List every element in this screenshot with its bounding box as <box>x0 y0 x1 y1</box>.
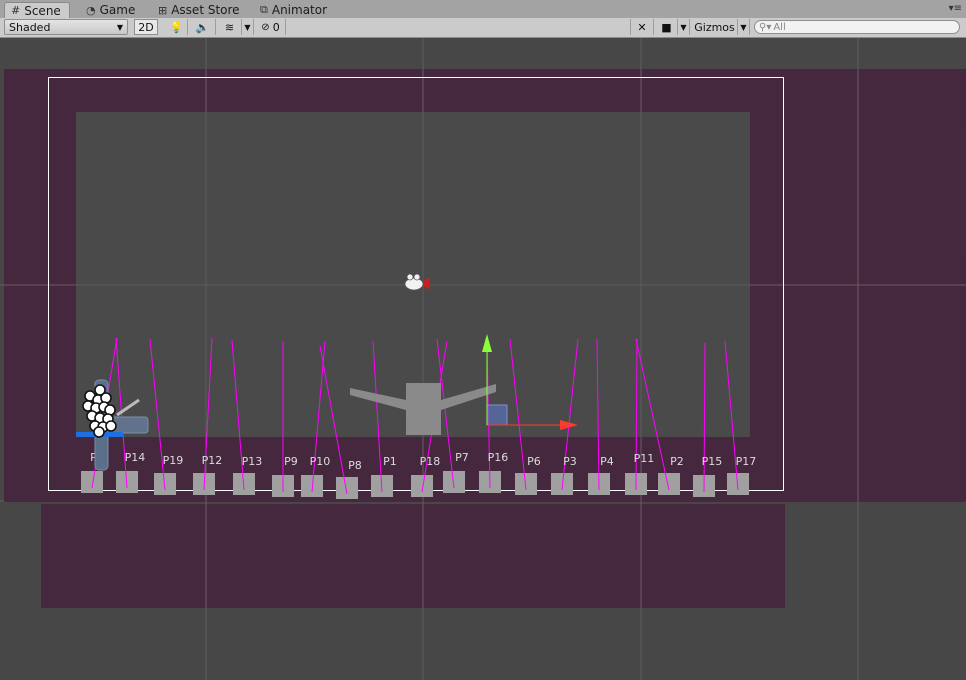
2d-mode-toggle[interactable]: 2D <box>134 19 158 35</box>
scene-canvas[interactable]: P5P14P19P12P13P9P10P8P1P18P7P16P6P3P4P11… <box>0 38 966 680</box>
peg-label-p14: P14 <box>125 451 146 464</box>
level-bounds-lower <box>41 504 785 608</box>
ball-particle <box>105 420 117 432</box>
peg-label-p6: P6 <box>527 455 541 468</box>
scene-viewport[interactable]: P5P14P19P12P13P9P10P8P1P18P7P16P6P3P4P11… <box>0 38 966 680</box>
pacman-icon: ◔ <box>86 3 96 17</box>
peg-label-p7: P7 <box>455 451 469 464</box>
animator-icon: ⧉ <box>260 3 268 16</box>
peg-label-p3: P3 <box>563 455 577 468</box>
tab-scene[interactable]: # Scene <box>4 2 70 18</box>
peg-label-p11: P11 <box>634 452 655 465</box>
peg-p6[interactable] <box>515 473 537 495</box>
peg-label-p17: P17 <box>736 455 757 468</box>
camera-button[interactable]: ■ <box>656 19 678 35</box>
eye-slash-icon: ⊘ <box>261 21 270 33</box>
light-bulb-icon: 💡 <box>169 20 184 34</box>
peg-p19[interactable] <box>154 473 176 495</box>
gizmos-dropdown[interactable]: ▼ <box>738 19 750 35</box>
hidden-objects-toggle[interactable]: ⊘ 0 <box>256 19 286 35</box>
peg-label-p19: P19 <box>163 454 184 467</box>
peg-p3[interactable] <box>551 473 573 495</box>
ball-particle <box>93 426 105 438</box>
speaker-icon: 🔈 <box>195 20 210 34</box>
effects-icon: ≋ <box>224 20 235 34</box>
peg-label-p13: P13 <box>242 455 263 468</box>
camera-dropdown[interactable]: ▼ <box>678 19 690 35</box>
search-icon: ⚲▾ <box>759 21 772 33</box>
tab-game[interactable]: ◔ Game <box>80 2 141 18</box>
peg-p10[interactable] <box>301 475 323 497</box>
peg-label-p2: P2 <box>670 455 684 468</box>
grid-icon: # <box>11 4 21 17</box>
chevron-down-icon: ▼ <box>244 22 251 32</box>
peg-label-p4: P4 <box>600 455 614 468</box>
gizmos-button[interactable]: Gizmos <box>692 19 738 35</box>
scene-toolbar: Shaded ▼ 2D 💡 🔈 ≋ ▼ ⊘ 0 ✕ ■ ▼ Gizmos ▼ ⚲▾ A… <box>0 18 966 38</box>
peg-label-p16: P16 <box>488 451 509 464</box>
tools-icon: ✕ <box>637 20 647 34</box>
peg-p5[interactable] <box>81 471 103 493</box>
tab-animator[interactable]: ⧉ Animator <box>254 2 333 18</box>
peg-label-p1: P1 <box>383 455 397 468</box>
draw-mode-dropdown[interactable]: Shaded ▼ <box>4 19 128 35</box>
peg-p8[interactable] <box>336 477 358 499</box>
camera-icon: ■ <box>661 20 672 34</box>
move-gizmo-plane-handle[interactable] <box>486 404 508 426</box>
peg-label-p8: P8 <box>348 459 362 472</box>
scene-search-input[interactable]: ⚲▾ All <box>754 20 960 34</box>
peg-p17[interactable] <box>727 473 749 495</box>
tools-button[interactable]: ✕ <box>630 19 654 35</box>
peg-label-p18: P18 <box>420 455 441 468</box>
effects-dropdown[interactable]: ▼ <box>242 19 254 35</box>
lighting-toggle[interactable]: 💡 <box>166 19 188 35</box>
audio-toggle[interactable]: 🔈 <box>190 19 216 35</box>
peg-label-p9: P9 <box>284 455 298 468</box>
chevron-down-icon: ▼ <box>116 22 123 32</box>
scene-view-tab-bar: # Scene ◔ Game ⊞ Asset Store ⧉ Animator ▾≡ <box>0 0 966 19</box>
peg-p7[interactable] <box>443 471 465 493</box>
peg-label-p15: P15 <box>702 455 723 468</box>
effects-toggle[interactable]: ≋ <box>218 19 242 35</box>
peg-label-p10: P10 <box>310 455 331 468</box>
store-icon: ⊞ <box>158 3 168 17</box>
tab-asset-store[interactable]: ⊞ Asset Store <box>152 2 246 18</box>
launcher-body <box>406 383 441 435</box>
peg-label-p12: P12 <box>202 454 223 467</box>
peg-p2[interactable] <box>658 473 680 495</box>
chevron-down-icon: ▼ <box>740 22 747 32</box>
peg-p18[interactable] <box>411 475 433 497</box>
tab-menu-icon[interactable]: ▾≡ <box>949 3 962 14</box>
chevron-down-icon: ▼ <box>680 22 687 32</box>
